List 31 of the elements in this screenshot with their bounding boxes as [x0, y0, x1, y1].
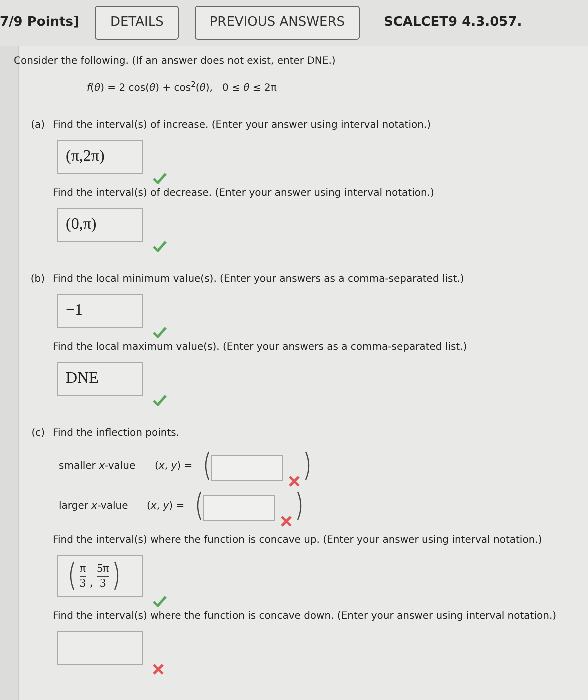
coordinate-label: (x, y) =	[155, 460, 193, 474]
point-label: smaller x-value	[59, 460, 137, 474]
point-field[interactable]	[210, 455, 283, 481]
question-text: Find the inflection points.	[53, 427, 180, 441]
question-text: Find the interval(s) of increase. (Enter your answer using interval notation.)	[53, 119, 432, 133]
instructions-text: Consider the following. (If an answer does not exist, enter DNE.)	[14, 55, 337, 69]
answer-field[interactable]: π 3 , 5π 3	[57, 555, 143, 597]
part-label: (b)	[30, 273, 46, 287]
problem-code: SCALCET9 4.3.057.	[384, 14, 522, 32]
answer-field[interactable]: (0,π)	[57, 208, 143, 242]
fraction-text: π 3	[80, 562, 86, 590]
question-text: Find the interval(s) where the function is concave up. (Enter your answer using interval notation.)	[53, 534, 542, 548]
part-label: (c)	[30, 427, 46, 441]
header-button[interactable]: DETAILS	[95, 6, 179, 40]
question-text: Find the interval(s) where the function is concave down. (Enter your answer using interval notation.)	[53, 610, 557, 624]
question-text: Find the local maximum value(s). (Enter your answers as a comma-separated list.)	[53, 341, 468, 355]
formula-text: f(θ) = 2 cos(θ) + cos$^{2}$(θ), 0 ≤ θ ≤ 2π	[87, 81, 277, 96]
question-text: Find the interval(s) of decrease. (Enter your answer using interval notation.)	[53, 187, 434, 201]
point-field[interactable]	[202, 495, 275, 521]
answer-field[interactable]: −1	[57, 294, 143, 328]
point-label: larger x-value	[59, 500, 130, 514]
question-text: Find the local minimum value(s). (Enter your answers as a comma-separated list.)	[53, 273, 464, 287]
answer-field[interactable]	[57, 631, 143, 665]
part-label: (a)	[30, 119, 46, 133]
answer-field[interactable]: DNE	[57, 362, 143, 396]
fraction-text: 5π 3	[97, 562, 110, 590]
separator-text: ,	[90, 574, 94, 591]
answer-field[interactable]: (π,2π)	[57, 140, 143, 174]
coordinate-label: (x, y) =	[147, 500, 185, 514]
header-button[interactable]: PREVIOUS ANSWERS	[194, 6, 360, 40]
points-label: 7/9 Points]	[0, 14, 80, 32]
